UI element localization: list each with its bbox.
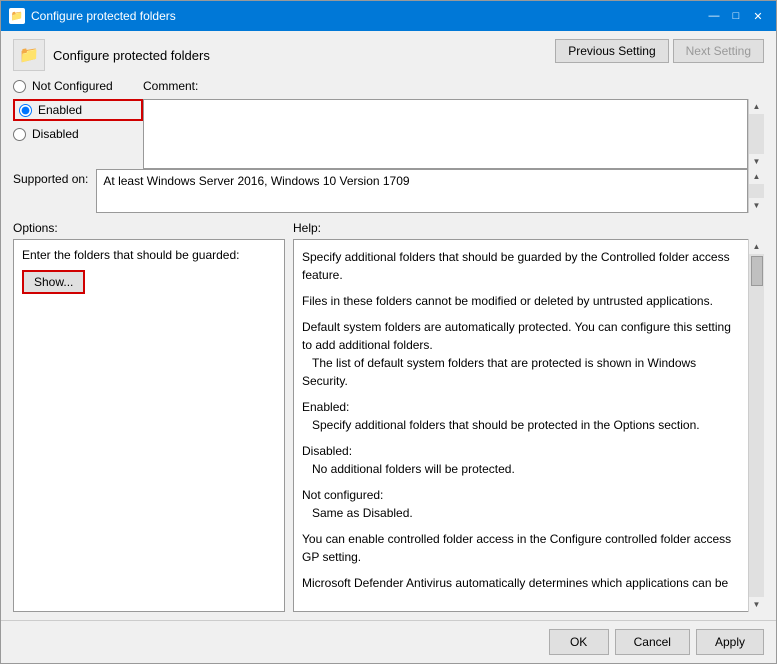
show-button[interactable]: Show...	[22, 270, 85, 294]
scroll-up-arrow[interactable]: ▲	[750, 99, 764, 114]
supported-scroll-down[interactable]: ▼	[750, 198, 764, 213]
supported-box: At least Windows Server 2016, Windows 10…	[96, 169, 748, 213]
options-box: Enter the folders that should be guarded…	[13, 239, 285, 612]
maximize-button[interactable]: □	[726, 7, 746, 25]
help-para-5: Disabled: No additional folders will be …	[302, 442, 743, 478]
top-left: Not Configured Enabled Disabled	[13, 79, 143, 169]
header-row: 📁 Configure protected folders Previous S…	[13, 39, 764, 71]
help-para-8: Microsoft Defender Antivirus automatical…	[302, 574, 743, 592]
window-icon: 📁	[9, 8, 25, 24]
footer: OK Cancel Apply	[1, 620, 776, 663]
supported-scroll-up[interactable]: ▲	[750, 169, 764, 184]
title-bar-left: 📁 Configure protected folders	[9, 8, 176, 24]
help-scrollbar: ▲ ▼	[748, 239, 764, 612]
options-help-labels: Options: Help:	[13, 221, 764, 235]
radio-disabled-input[interactable]	[13, 128, 26, 141]
options-help-content: Enter the folders that should be guarded…	[13, 239, 764, 612]
ok-button[interactable]: OK	[549, 629, 609, 655]
minimize-button[interactable]: —	[704, 7, 724, 25]
radio-not-configured-label: Not Configured	[32, 79, 113, 93]
supported-value: At least Windows Server 2016, Windows 10…	[103, 174, 409, 188]
scroll-down-arrow[interactable]: ▼	[750, 154, 764, 169]
comment-textarea[interactable]	[143, 99, 748, 169]
radio-enabled-input[interactable]	[19, 104, 32, 117]
top-right: Comment: ▲ ▼	[143, 79, 764, 169]
main-content: 📁 Configure protected folders Previous S…	[1, 31, 776, 620]
top-section: Not Configured Enabled Disabled Comment:	[13, 79, 764, 169]
help-text: Specify additional folders that should b…	[302, 248, 743, 592]
header-icon: 📁	[13, 39, 45, 71]
options-label: Options:	[13, 221, 293, 235]
close-button[interactable]: ✕	[748, 7, 768, 25]
radio-not-configured[interactable]: Not Configured	[13, 79, 143, 93]
help-para-2: Files in these folders cannot be modifie…	[302, 292, 743, 310]
window-title: Configure protected folders	[31, 9, 176, 23]
supported-row: Supported on: At least Windows Server 20…	[13, 169, 764, 213]
radio-disabled-label: Disabled	[32, 127, 79, 141]
comment-label: Comment:	[143, 79, 764, 93]
header-title-section: 📁 Configure protected folders	[13, 39, 210, 71]
supported-track	[749, 184, 764, 198]
help-box: Specify additional folders that should b…	[293, 239, 764, 612]
options-text: Enter the folders that should be guarded…	[22, 248, 276, 262]
scroll-track	[749, 114, 764, 154]
header-buttons: Previous Setting Next Setting	[555, 39, 764, 63]
help-para-3: Default system folders are automatically…	[302, 318, 743, 390]
help-para-6: Not configured: Same as Disabled.	[302, 486, 743, 522]
supported-label: Supported on:	[13, 169, 88, 186]
help-container: Specify additional folders that should b…	[293, 239, 764, 612]
radio-group: Not Configured Enabled Disabled	[13, 79, 143, 141]
radio-enabled-label: Enabled	[38, 103, 82, 117]
radio-disabled[interactable]: Disabled	[13, 127, 143, 141]
help-label: Help:	[293, 221, 764, 235]
comment-scrollbar: ▲ ▼	[748, 99, 764, 169]
title-bar: 📁 Configure protected folders — □ ✕	[1, 1, 776, 31]
help-scroll-track	[749, 254, 764, 597]
help-para-4: Enabled: Specify additional folders that…	[302, 398, 743, 434]
help-para-7: You can enable controlled folder access …	[302, 530, 743, 566]
main-window: 📁 Configure protected folders — □ ✕ 📁 Co…	[0, 0, 777, 664]
apply-button[interactable]: Apply	[696, 629, 764, 655]
title-bar-controls: — □ ✕	[704, 7, 768, 25]
header-title: Configure protected folders	[53, 48, 210, 63]
help-scroll-up[interactable]: ▲	[750, 239, 764, 254]
radio-enabled[interactable]: Enabled	[13, 99, 143, 121]
next-setting-button[interactable]: Next Setting	[673, 39, 764, 63]
help-scroll-down[interactable]: ▼	[750, 597, 764, 612]
help-para-1: Specify additional folders that should b…	[302, 248, 743, 284]
help-scroll-thumb[interactable]	[751, 256, 763, 286]
supported-scrollbar: ▲ ▼	[748, 169, 764, 213]
prev-setting-button[interactable]: Previous Setting	[555, 39, 668, 63]
radio-not-configured-input[interactable]	[13, 80, 26, 93]
cancel-button[interactable]: Cancel	[615, 629, 690, 655]
